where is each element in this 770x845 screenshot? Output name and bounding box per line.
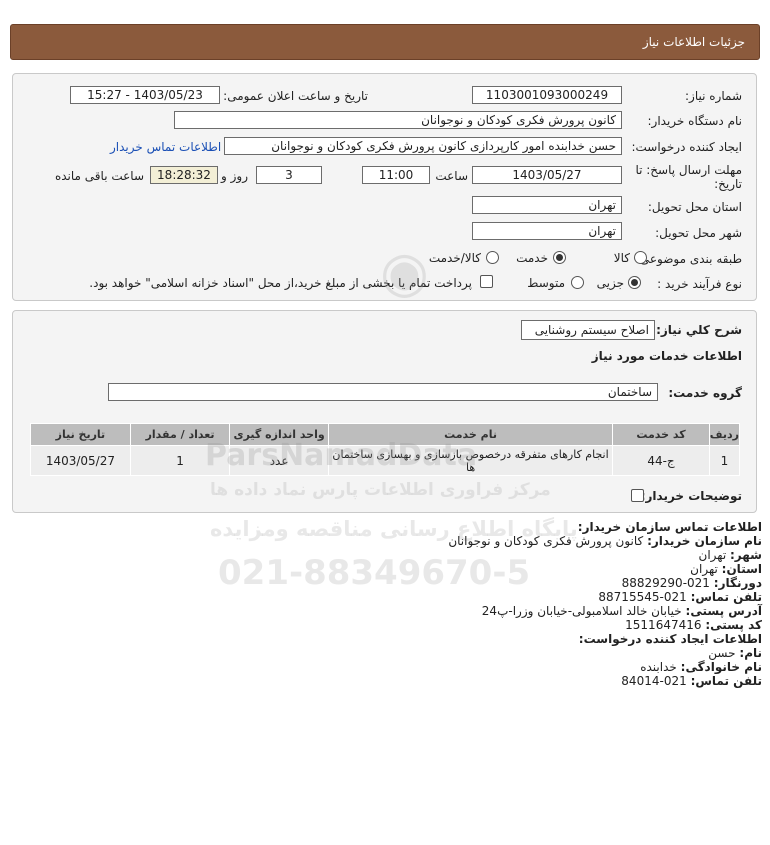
col-qty: تعداد / مقدار: [129, 423, 231, 446]
watermark-phone: 021-88349670-5: [218, 553, 531, 593]
cell-date: 1403/05/27: [30, 445, 131, 476]
remaining-days-field: 3: [256, 166, 322, 184]
col-code: کد خدمت: [612, 423, 710, 446]
remaining-label: ساعت باقی مانده: [54, 169, 144, 183]
buyer-org-field: کانون پرورش فکری کودکان و نوجوانان: [174, 111, 622, 129]
contact-phone: تلفن تماس: 021-88715545: [598, 590, 762, 604]
creator-first-name: نام: حسن: [708, 646, 762, 660]
category-service-radio[interactable]: [553, 251, 566, 264]
need-number-field: 1103001093000249: [472, 86, 622, 104]
buyer-notes-label: توضیحات خریدار:: [640, 489, 742, 503]
process-minor-label: جزیی: [596, 276, 624, 290]
services-table-header: ردیف کد خدمت نام خدمت واحد اندازه گیری ت…: [30, 423, 741, 446]
creator-phone: تلفن تماس: 021-84014: [621, 674, 762, 688]
cell-unit: عدد: [229, 445, 329, 476]
treasury-payment-checkbox[interactable]: [480, 275, 493, 288]
page-header: جزئیات اطلاعات نیاز: [10, 24, 760, 60]
services-heading: اطلاعات خدمات مورد نیاز: [591, 349, 742, 363]
category-service-label: خدمت: [516, 251, 548, 265]
treasury-payment-note: پرداخت تمام یا بخشی از مبلغ خرید،از محل …: [89, 276, 472, 290]
deadline-date-field: 1403/05/27: [472, 166, 622, 184]
page-title: جزئیات اطلاعات نیاز: [642, 35, 745, 49]
col-name: نام خدمت: [327, 423, 614, 446]
cell-row: 1: [708, 445, 741, 476]
col-unit: واحد اندازه گیری: [229, 423, 329, 446]
services-table: ردیف کد خدمت نام خدمت واحد اندازه گیری ت…: [30, 423, 741, 476]
province-label: استان محل تحویل:: [647, 200, 742, 214]
buyer-notes-checkbox[interactable]: [631, 489, 644, 502]
deadline-label-date: تاریخ:: [714, 177, 742, 191]
deadline-time-label: ساعت: [435, 169, 468, 183]
service-group-label: گروه خدمت:: [668, 386, 742, 400]
cell-code: ج-44: [612, 445, 710, 476]
announce-label: تاریخ و ساعت اعلان عمومی:: [223, 89, 368, 103]
cell-name: انجام کارهای متفرقه درخصوص بازسازی و بهس…: [327, 445, 614, 476]
days-label: روز و: [221, 169, 248, 183]
creator-label: ایجاد کننده درخواست:: [631, 140, 742, 154]
category-goods-service-radio[interactable]: [486, 251, 499, 264]
province-field: تهران: [472, 196, 622, 214]
category-goods-radio[interactable]: [634, 251, 647, 264]
need-details-panel: [12, 73, 757, 301]
contact-org-name: نام سازمان خریدار: کانون پرورش فکری کودک…: [448, 534, 762, 548]
category-goods-label: کالا: [613, 251, 630, 265]
service-group-field: ساختمان: [108, 383, 658, 401]
category-label: طبقه بندی موضوعی:: [635, 252, 742, 266]
cell-qty: 1: [129, 445, 231, 476]
summary-field: اصلاح سیستم روشنایی: [521, 320, 655, 340]
process-medium-radio[interactable]: [571, 276, 584, 289]
process-medium-label: متوسط: [527, 276, 565, 290]
col-row: ردیف: [708, 423, 741, 446]
buyer-org-label: نام دستگاه خریدار:: [647, 114, 743, 128]
deadline-time-field: 11:00: [362, 166, 430, 184]
col-date: تاریخ نیاز: [30, 423, 131, 446]
contact-city: شهر: تهران: [698, 548, 762, 562]
contact-org-heading: اطلاعات تماس سازمان خریدار:: [577, 520, 762, 534]
process-label: نوع فرآیند خرید :: [657, 277, 742, 291]
contact-address: آدرس پستی: خیابان خالد اسلامبولی-خیابان …: [481, 604, 762, 618]
announce-field: 1403/05/23 - 15:27: [70, 86, 220, 104]
buyer-contact-link[interactable]: اطلاعات تماس خریدار: [110, 140, 221, 154]
contact-fax: دورنگار: 021-88829290: [621, 576, 762, 590]
creator-heading: اطلاعات ایجاد کننده درخواست:: [578, 632, 762, 646]
city-field: تهران: [472, 222, 622, 240]
category-goods-service-label: کالا/خدمت: [428, 251, 481, 265]
table-row: 1 ج-44 انجام کارهای متفرقه درخصوص بازساز…: [30, 445, 741, 476]
need-number-label: شماره نیاز:: [685, 89, 742, 103]
city-label: شهر محل تحویل:: [655, 226, 742, 240]
contact-province: استان: تهران: [690, 562, 762, 576]
deadline-label: مهلت ارسال پاسخ: تا: [635, 163, 742, 177]
creator-last-name: نام خانوادگی: خدابنده: [640, 660, 762, 674]
creator-field: حسن خدابنده امور کارپردازی کانون پرورش ف…: [224, 137, 622, 155]
summary-label: شرح کلي نياز:: [656, 323, 742, 337]
process-minor-radio[interactable]: [628, 276, 641, 289]
contact-postal: کد پستی: 1511647416: [625, 618, 762, 632]
remaining-time-field: 18:28:32: [150, 166, 218, 184]
need-summary-panel: [12, 310, 757, 513]
